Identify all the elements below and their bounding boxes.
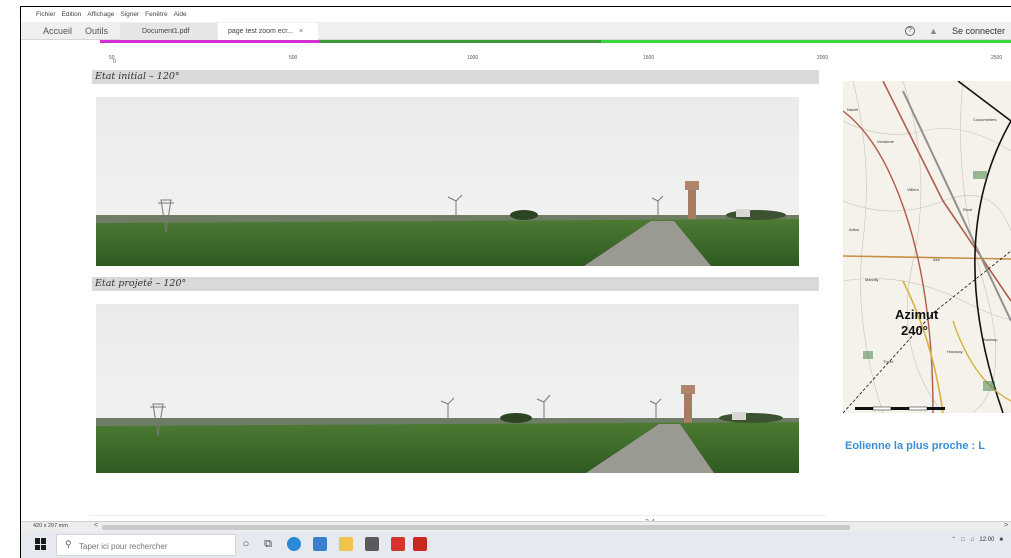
map-place-label: Coulommiers — [973, 117, 997, 122]
windows-taskbar: ⚲ ○ ⧉ ⌃ □ ♫ 12:00 ■ — [21, 532, 1011, 558]
ruler-tick: 2000 — [817, 55, 829, 61]
ruler-tick-zero: 0 — [113, 59, 116, 65]
ruler-tick: 1000 — [467, 55, 479, 61]
map-place-label: Villiers — [907, 187, 919, 192]
bell-icon[interactable]: ▲ — [929, 26, 938, 36]
nearest-turbine-caption: Eolienne la plus proche : L — [845, 440, 985, 452]
section-title-initial: Etat initial – 120° — [92, 70, 819, 84]
tab-document1[interactable]: Document1.pdf — [120, 23, 217, 40]
taskbar-search-input[interactable] — [79, 540, 229, 552]
scroll-left-arrow[interactable]: < — [94, 522, 98, 529]
acrobat-icon[interactable] — [391, 537, 405, 551]
horizontal-scrollbar-thumb[interactable] — [102, 525, 850, 530]
ruler-tick: 1500 — [643, 55, 655, 61]
menu-bar: Fichier Edition Affichage Signer Fenêtre… — [36, 11, 187, 21]
printer-app-icon[interactable] — [365, 537, 379, 551]
edge-browser-icon[interactable] — [287, 537, 301, 551]
tray-clock[interactable]: 12:00 — [979, 537, 994, 543]
menu-item-view[interactable]: Affichage — [87, 11, 114, 21]
scroll-right-arrow[interactable]: > — [1004, 522, 1008, 529]
cortana-icon[interactable]: ○ — [239, 537, 253, 551]
map-place-label: Naveil — [847, 107, 858, 112]
map-svg: Azimut 240° Vendôme Naveil Coulommiers A… — [843, 81, 1011, 413]
help-icon[interactable]: ? — [905, 26, 915, 36]
progress-green-segment — [319, 40, 1011, 43]
sign-in-link[interactable]: Se connecter — [952, 26, 1005, 36]
file-explorer-icon[interactable] — [339, 537, 353, 551]
map-place-label: Thoré — [883, 359, 894, 364]
page-divider — [90, 515, 826, 516]
tray-chevron-icon[interactable]: ⌃ — [951, 536, 956, 543]
taskbar-search-box[interactable]: ⚲ — [56, 534, 236, 556]
map-place-label: Houssay — [947, 349, 963, 354]
panorama-projected-svg — [96, 304, 799, 473]
map-place-label: Artins — [849, 227, 859, 232]
tab-page-test-zoom[interactable]: page test zoom ecr... × — [218, 23, 318, 40]
map-place-label: Busloup — [983, 337, 998, 342]
system-tray: ⌃ □ ♫ 12:00 ■ — [951, 536, 1003, 544]
map-azimut-label: Azimut — [895, 307, 939, 322]
page-size-indicator[interactable]: 420 x 297 mm — [33, 523, 68, 529]
menu-item-edit[interactable]: Edition — [62, 11, 82, 21]
menu-item-window[interactable]: Fenêtre — [145, 11, 167, 21]
tray-volume-icon[interactable]: ♫ — [970, 537, 975, 543]
ruler-tick: 2500 — [991, 55, 1003, 61]
menu-item-file[interactable]: Fichier — [36, 11, 56, 21]
acrobat-active-icon[interactable] — [413, 537, 427, 551]
map-place-label: Vendôme — [877, 139, 895, 144]
progress-pink-segment — [100, 40, 319, 43]
window-border-left — [20, 6, 21, 558]
panorama-initial-svg — [96, 97, 799, 266]
status-bar: 420 x 297 mm < > — [21, 521, 1011, 532]
window-border-top — [20, 6, 1011, 7]
menu-item-help[interactable]: Aide — [174, 11, 187, 21]
search-icon: ⚲ — [65, 539, 72, 549]
mail-app-icon[interactable] — [313, 537, 327, 551]
tools-link[interactable]: Outils — [85, 26, 108, 36]
map-place-label: Azé — [933, 257, 941, 262]
section-title-projected: Etat projeté – 120° — [92, 277, 819, 291]
location-map: Azimut 240° Vendôme Naveil Coulommiers A… — [843, 81, 1011, 413]
map-place-label: Marcilly — [865, 277, 879, 282]
map-azimut-value: 240° — [901, 323, 928, 338]
load-progress-track — [100, 40, 1011, 43]
task-view-icon[interactable]: ⧉ — [261, 537, 275, 551]
tab-bar: Accueil Outils Document1.pdf page test z… — [21, 22, 1011, 40]
menu-item-sign[interactable]: Signer — [120, 11, 139, 21]
home-link[interactable]: Accueil — [43, 26, 72, 36]
panorama-initial-photo — [96, 97, 799, 266]
tray-network-icon[interactable]: □ — [961, 537, 965, 543]
notifications-icon[interactable]: ■ — [999, 537, 1003, 543]
windows-start-icon[interactable] — [35, 538, 47, 550]
map-scale-bar — [855, 406, 945, 411]
close-tab-icon[interactable]: × — [299, 28, 303, 35]
map-place-label: Rocé — [963, 207, 973, 212]
tab-label: Document1.pdf — [142, 28, 190, 35]
panorama-projected-photo — [96, 304, 799, 473]
ruler-tick: 500 — [289, 55, 298, 61]
horizontal-ruler: 50 0 500 1000 1500 2000 2500 — [21, 44, 1011, 68]
tab-label: page test zoom ecr... — [228, 28, 293, 35]
